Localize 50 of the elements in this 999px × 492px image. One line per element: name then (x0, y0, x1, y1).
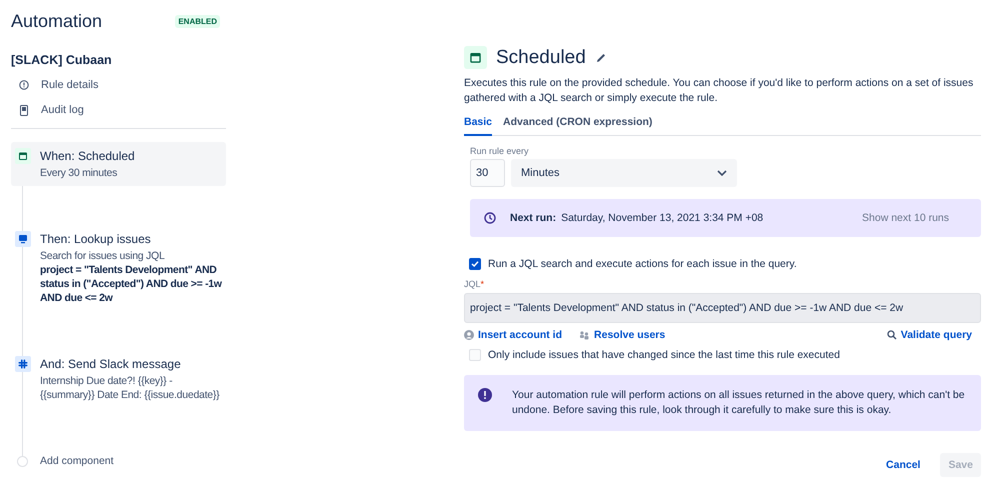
nav-link[interactable]: Rule details (41, 79, 98, 91)
jql-query: project = "Talents Development" AND status in ("Accepted") AND due >= -1w AND due <= 2w (40, 263, 222, 305)
users-icon (579, 330, 590, 340)
field-label: Run rule every (470, 146, 530, 156)
checkbox[interactable] (469, 258, 481, 270)
component-details: Internship Due date?! {{key}} - {{summary}} Date End: {{issue.duedate}} (40, 374, 220, 402)
component-details: Search for issues using JQL (40, 249, 166, 263)
warning-icon (478, 388, 492, 402)
status-lozenge: ENABLED (175, 14, 220, 28)
cancel-button[interactable]: Cancel (878, 453, 928, 477)
show-runs-link[interactable]: Show next 10 runs (862, 212, 949, 224)
component-card[interactable]: And: Send Slack message Internship Due date?! {{key}} - {{summary}} Date End: {{issue.duedate}} (11, 350, 226, 408)
tab[interactable]: Advanced (CRON expression) (503, 112, 652, 136)
jql-field[interactable]: project = "Talents Development" AND status in ("Accepted") AND due >= -1w AND due <= 2w (464, 293, 981, 323)
page-title: Automation (11, 10, 102, 32)
rule-name: [SLACK] Cubaan (11, 53, 113, 67)
component-card[interactable]: Then: Lookup issues Search for issues using JQL project = "Talents Development" AND status in ("Accepted") AND due >= -1w AND due <= 2w (11, 225, 226, 311)
next-run-time: Saturday, November 13, 2021 3:34 PM +08 (561, 212, 764, 224)
component-title: Add component (40, 454, 114, 469)
search-icon (886, 330, 897, 340)
panel-description: Executes this rule on the provided schedule. You can choose if you'd like to perform actions on a set of issues gathered with a JQL search or simply execute the rule. (464, 76, 974, 106)
calendar-icon (464, 46, 487, 69)
slack-icon (15, 356, 31, 372)
monitor-icon (15, 231, 31, 247)
calendar-icon (15, 148, 31, 164)
checkbox-label: Run a JQL search and execute actions for each issue in the query. (488, 258, 797, 270)
action-link[interactable]: Validate query (886, 329, 972, 341)
tab[interactable]: Basic (464, 112, 492, 136)
user-icon (464, 330, 474, 340)
field-label: JQL* (464, 279, 486, 289)
checkbox-label: Only include issues that have changed since the last time this rule executed (488, 349, 840, 361)
nav-link[interactable]: Audit log (41, 104, 84, 116)
action-link[interactable]: Resolve users (579, 329, 666, 341)
component-title: When: Scheduled (40, 148, 135, 164)
edit-icon[interactable] (594, 52, 607, 64)
chevron-down-icon (717, 170, 727, 176)
component-details: Every 30 minutes (40, 166, 118, 180)
action-link[interactable]: Insert account id (464, 329, 562, 341)
warning-text: Your automation rule will perform actions on all issues returned in the above query, which can't be undone. Before saving this rule, look through it carefully to make sure this is okay. (512, 388, 966, 418)
panel-title: Scheduled (496, 46, 586, 68)
selected-component-card[interactable]: When: Scheduled Every 30 minutes (11, 142, 226, 186)
component-title: And: Send Slack message (40, 356, 182, 372)
clock-icon (484, 212, 496, 224)
interval-field[interactable]: 30 (470, 159, 505, 187)
component-card[interactable]: Add component (11, 447, 226, 475)
component-title: Then: Lookup issues (40, 231, 152, 247)
document-icon (19, 104, 29, 116)
next-run-label: Next run: (510, 212, 556, 224)
unit-select[interactable]: Minutes (511, 159, 737, 187)
info-icon (19, 80, 29, 90)
